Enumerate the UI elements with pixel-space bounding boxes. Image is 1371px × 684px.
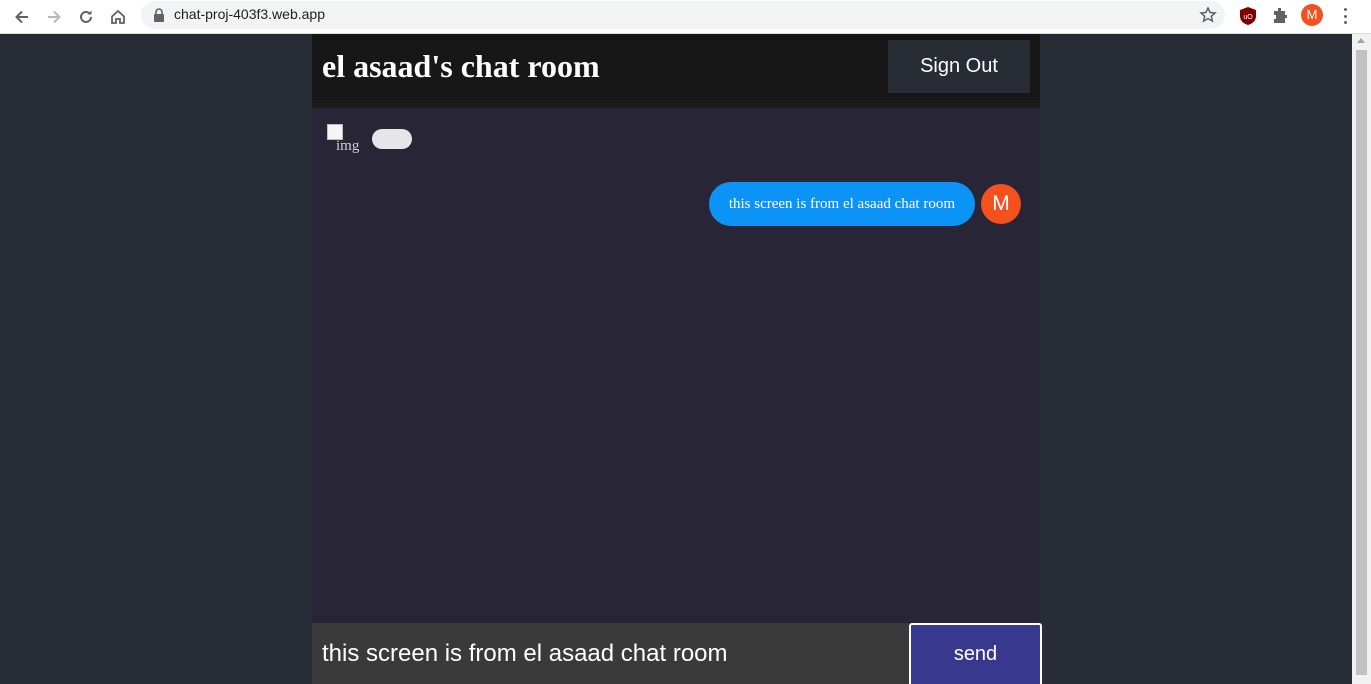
- reload-icon[interactable]: [73, 4, 99, 30]
- message-bubble: this screen is from el asaad chat room: [708, 182, 975, 226]
- app-header: el asaad's chat room Sign Out: [312, 34, 1040, 100]
- sign-out-button[interactable]: Sign Out: [888, 40, 1030, 93]
- url-text[interactable]: chat-proj-403f3.web.app: [174, 6, 325, 22]
- star-icon[interactable]: [1199, 6, 1217, 24]
- menu-icon[interactable]: [1338, 6, 1352, 26]
- lock-icon[interactable]: [153, 8, 165, 22]
- message-form: send: [312, 623, 1042, 684]
- sent-message: this screen is from el asaad chat room M: [708, 182, 1021, 226]
- received-message: img: [327, 124, 412, 154]
- avatar-alt-text: img: [336, 138, 360, 154]
- chat-app: el asaad's chat room Sign Out img this s…: [312, 34, 1040, 684]
- send-button[interactable]: send: [909, 623, 1042, 684]
- svg-text:uO: uO: [1243, 14, 1253, 21]
- avatar: M: [981, 184, 1021, 224]
- back-icon[interactable]: [9, 4, 35, 30]
- message-input[interactable]: [312, 623, 909, 684]
- message-bubble: [372, 129, 412, 149]
- avatar: img: [327, 124, 361, 154]
- home-icon[interactable]: [105, 4, 131, 30]
- address-bar[interactable]: chat-proj-403f3.web.app: [141, 1, 1225, 29]
- scroll-up-icon[interactable]: [1357, 38, 1365, 43]
- extensions-icon[interactable]: [1270, 6, 1290, 26]
- forward-icon[interactable]: [41, 4, 67, 30]
- page-scrollbar[interactable]: [1352, 34, 1371, 684]
- page-title: el asaad's chat room: [322, 48, 600, 84]
- ublock-icon[interactable]: uO: [1238, 6, 1258, 26]
- profile-avatar[interactable]: M: [1301, 4, 1323, 26]
- message-list[interactable]: img this screen is from el asaad chat ro…: [312, 108, 1040, 624]
- browser-toolbar: chat-proj-403f3.web.app uO M: [0, 0, 1371, 34]
- scrollbar-thumb[interactable]: [1356, 50, 1367, 675]
